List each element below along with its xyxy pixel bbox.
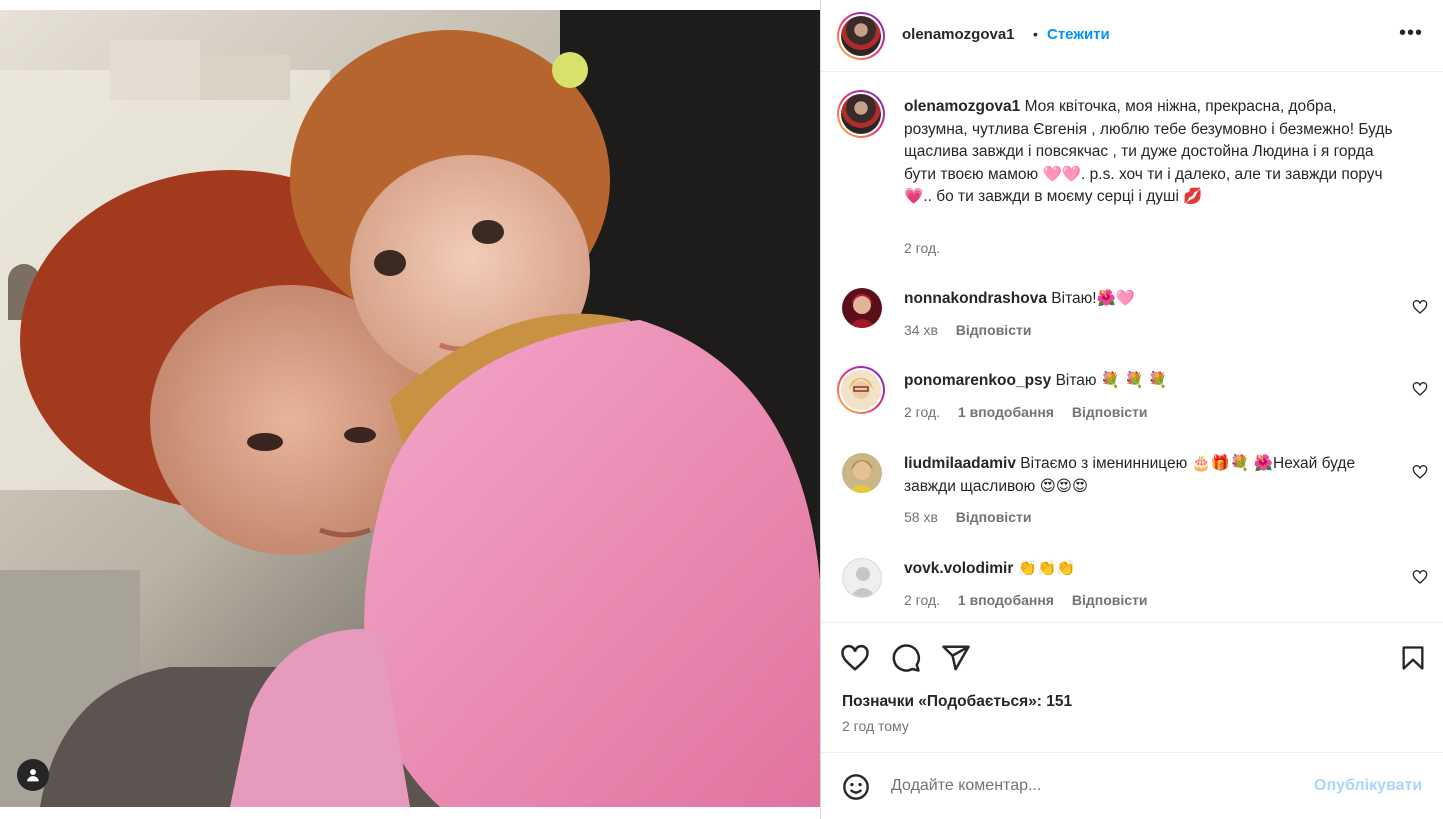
caption-time[interactable]: 2 год. — [904, 240, 940, 256]
post-caption: olenamozgova1 Моя квіточка, моя ніжна, п… — [904, 96, 1404, 209]
post-time[interactable]: 2 год тому — [842, 718, 909, 734]
comment-likes-count[interactable]: 1 вподобання — [958, 404, 1054, 420]
comment-time[interactable]: 2 год. — [904, 404, 940, 420]
comment-meta: 34 хв Відповісти — [904, 322, 1045, 338]
heart-icon[interactable] — [840, 643, 870, 673]
comment-text: 👏👏👏 — [1017, 560, 1076, 577]
emoji-icon[interactable] — [842, 773, 870, 801]
comment-body: vovk.volodimir 👏👏👏 — [904, 558, 1384, 581]
comment-time[interactable]: 34 хв — [904, 322, 938, 338]
caption-author-avatar[interactable] — [837, 90, 885, 138]
author-avatar[interactable] — [837, 12, 885, 60]
comment-avatar[interactable] — [842, 453, 882, 493]
post-comment-button[interactable]: Опублікувати — [1314, 777, 1422, 795]
add-comment-bar: Додайте коментар... Опублікувати — [821, 752, 1443, 819]
comment-text: Вітаю 💐 💐 💐 — [1055, 372, 1168, 389]
share-icon[interactable] — [941, 643, 971, 673]
comment-meta: 58 хв Відповісти — [904, 509, 1045, 525]
photo-illustration — [0, 10, 820, 807]
post-header: olenamozgova1 • Стежити ••• — [821, 0, 1443, 72]
comment-likes-count[interactable]: 1 вподобання — [958, 592, 1054, 608]
comment-username[interactable]: vovk.volodimir — [904, 560, 1013, 577]
comment-body: ponomarenkoo_psy Вітаю 💐 💐 💐 — [904, 370, 1384, 393]
separator-dot: • — [1033, 26, 1038, 42]
comment-meta: 2 год. 1 вподобання Відповісти — [904, 404, 1162, 420]
comment-avatar[interactable] — [842, 558, 882, 598]
comment-avatar[interactable] — [837, 366, 885, 414]
comment-like-heart-icon[interactable] — [1412, 381, 1428, 397]
comment-time[interactable]: 58 хв — [904, 509, 938, 525]
post-photo[interactable] — [0, 10, 820, 807]
comment-avatar[interactable] — [842, 288, 882, 328]
comment-reply-button[interactable]: Відповісти — [1072, 404, 1148, 420]
comment-meta: 2 год. 1 вподобання Відповісти — [904, 592, 1162, 608]
comment-input[interactable]: Додайте коментар... — [891, 777, 1041, 795]
comment-time[interactable]: 2 год. — [904, 592, 940, 608]
comment-like-heart-icon[interactable] — [1412, 464, 1428, 480]
comment-reply-button[interactable]: Відповісти — [1072, 592, 1148, 608]
comment-username[interactable]: liudmilaadamiv — [904, 455, 1016, 472]
comment-reply-button[interactable]: Відповісти — [956, 322, 1032, 338]
post-detail-panel: olenamozgova1 • Стежити ••• olenamozgova… — [820, 0, 1443, 819]
user-tag-icon — [27, 769, 39, 782]
bookmark-icon[interactable] — [1399, 643, 1427, 673]
comment-reply-button[interactable]: Відповісти — [956, 509, 1032, 525]
likes-count[interactable]: Позначки «Подобається»: 151 — [842, 693, 1072, 711]
comment-body: liudmilaadamiv Вітаємо з іменинницею 🎂🎁💐… — [904, 453, 1384, 498]
author-username[interactable]: olenamozgova1 — [902, 26, 1015, 43]
comment-username[interactable]: ponomarenkoo_psy — [904, 372, 1051, 389]
comment-like-heart-icon[interactable] — [1412, 299, 1428, 315]
follow-button[interactable]: Стежити — [1047, 26, 1110, 43]
caption-author-username[interactable]: olenamozgova1 — [904, 98, 1020, 115]
comment-username[interactable]: nonnakondrashova — [904, 290, 1047, 307]
comment-icon[interactable] — [891, 643, 921, 673]
comment-text: Вітаю!🌺🩷 — [1051, 290, 1136, 307]
more-options-icon[interactable]: ••• — [1399, 22, 1423, 45]
comment-like-heart-icon[interactable] — [1412, 569, 1428, 585]
comment-body: nonnakondrashova Вітаю!🌺🩷 — [904, 288, 1384, 311]
user-tag-button[interactable] — [17, 759, 49, 791]
